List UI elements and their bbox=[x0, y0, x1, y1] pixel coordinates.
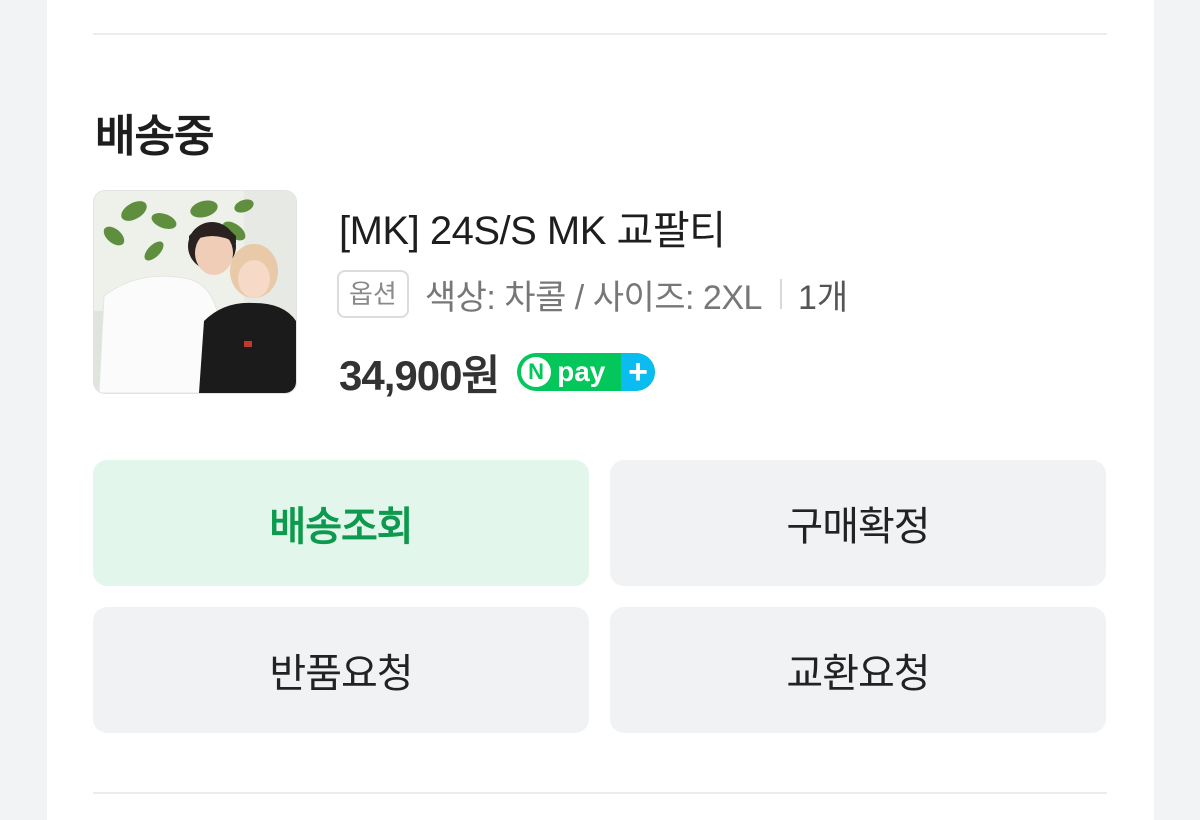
track-delivery-button[interactable]: 배송조회 bbox=[93, 460, 589, 586]
product-thumbnail[interactable] bbox=[93, 190, 297, 394]
product-name[interactable]: [MK] 24S/S MK 교팔티 bbox=[339, 198, 726, 256]
return-request-button[interactable]: 반품요청 bbox=[93, 607, 589, 733]
option-text: 색상: 차콜 / 사이즈: 2XL bbox=[424, 278, 763, 317]
quantity: 1개 bbox=[797, 278, 849, 317]
option-separator bbox=[779, 279, 782, 309]
plus-icon: + bbox=[621, 353, 656, 391]
order-status-title: 배송중 bbox=[95, 112, 214, 161]
order-card: 배송중 [MK] 24S/S MK 교팔티 옵션 색상: 차콜 / 사이즈: 2… bbox=[47, 0, 1154, 820]
confirm-purchase-button[interactable]: 구매확정 bbox=[610, 460, 1106, 586]
option-row: 옵션 색상: 차콜 / 사이즈: 2XL 1개 bbox=[337, 268, 848, 320]
divider bbox=[93, 33, 1107, 35]
npay-plus-badge: N pay + bbox=[517, 353, 656, 391]
product-photo-icon bbox=[94, 191, 296, 393]
divider bbox=[93, 792, 1107, 794]
npay-label: pay bbox=[557, 356, 606, 387]
npay-n-icon: N bbox=[521, 357, 552, 387]
exchange-request-button[interactable]: 교환요청 bbox=[610, 607, 1106, 733]
option-badge: 옵션 bbox=[337, 270, 409, 318]
price: 34,900원 bbox=[339, 351, 500, 399]
price-row: 34,900원 N pay + bbox=[339, 342, 656, 402]
